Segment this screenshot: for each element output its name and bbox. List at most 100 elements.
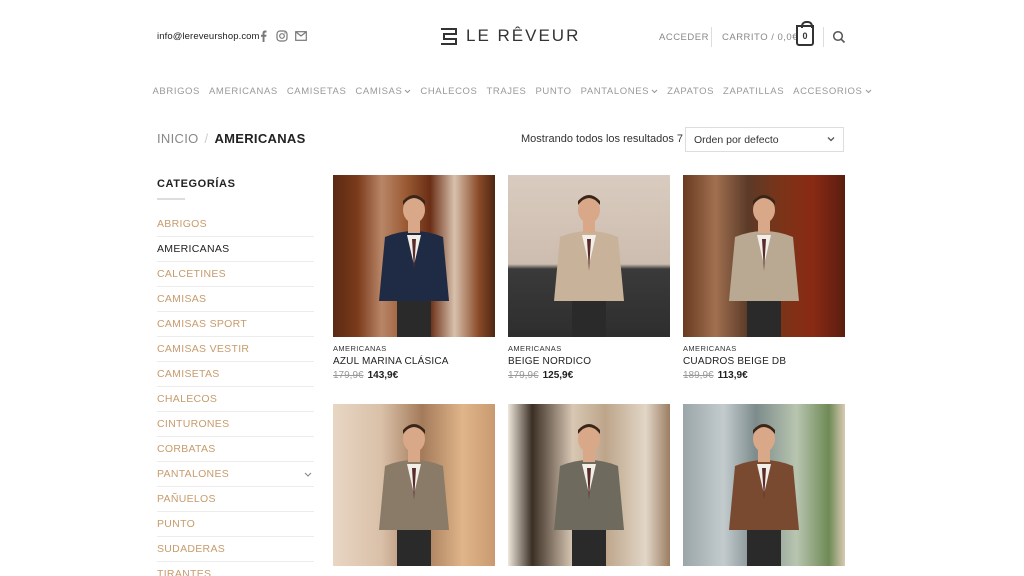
sort-select[interactable]: Orden por defecto [685, 127, 844, 152]
sidebar-item-label: CORBATAS [157, 443, 216, 455]
sidebar-item-calcetines[interactable]: CALCETINES [157, 262, 314, 287]
product-category: AMERICANAS [508, 344, 562, 353]
product-sale-price: 113,9€ [717, 370, 748, 381]
nav-item-accesorios[interactable]: ACCESORIOS [793, 86, 871, 97]
header-divider [711, 27, 712, 47]
sidebar-item-label: TIRANTES [157, 568, 212, 576]
chevron-down-icon [651, 87, 658, 96]
nav-item-trajes[interactable]: TRAJES [486, 86, 526, 97]
model-figure [379, 195, 449, 337]
model-figure [554, 424, 624, 566]
nav-item-zapatos[interactable]: ZAPATOS [667, 86, 714, 97]
sidebar-item-label: CALCETINES [157, 268, 226, 280]
email-icon[interactable] [295, 30, 307, 42]
breadcrumb-current: AMERICANAS [214, 131, 306, 146]
product-image[interactable] [683, 404, 845, 566]
nav-item-camisas[interactable]: CAMISAS [355, 86, 411, 97]
nav-item-label: CHALECOS [420, 86, 478, 97]
nav-item-americanas[interactable]: AMERICANAS [209, 86, 278, 97]
model-figure [729, 424, 799, 566]
sidebar-item-camisas-sport[interactable]: CAMISAS SPORT [157, 312, 314, 337]
nav-item-punto[interactable]: PUNTO [536, 86, 572, 97]
sidebar-item-label: AMERICANAS [157, 243, 230, 255]
product-sale-price: 143,9€ [367, 370, 399, 381]
search-icon[interactable] [832, 30, 846, 44]
category-sidebar: CATEGORÍAS ABRIGOS AMERICANAS CALCETINES CA… [157, 178, 314, 576]
nav-item-pantalones[interactable]: PANTALONES [581, 86, 658, 97]
logo-text: LE RÊVEUR [466, 26, 581, 45]
contact-email-link[interactable]: info@lereveurshop.com [157, 31, 260, 42]
sidebar-item-pañuelos[interactable]: PAÑUELOS [157, 487, 314, 512]
sidebar-item-label: SUDADERAS [157, 543, 226, 555]
sidebar-item-label: ABRIGOS [157, 218, 207, 230]
product-card[interactable] [508, 404, 670, 576]
sidebar-title: CATEGORÍAS [157, 178, 236, 190]
product-card[interactable] [333, 404, 495, 576]
site-logo[interactable]: LE RÊVEUR [439, 26, 580, 46]
chevron-down-icon[interactable] [304, 469, 312, 479]
product-card[interactable]: AMERICANAS CUADROS BEIGE DB 189,9€ 113,9€ [683, 175, 845, 381]
nav-item-label: PANTALONES [580, 86, 650, 97]
main-nav: ABRIGOS AMERICANAS CAMISETAS CAMISAS CHALECO… [0, 86, 1024, 97]
chevron-down-icon [827, 134, 835, 144]
sidebar-item-camisas[interactable]: CAMISAS [157, 287, 314, 312]
model-figure [379, 424, 449, 566]
product-image[interactable] [333, 175, 495, 337]
sidebar-item-label: CHALECOS [157, 393, 218, 405]
sidebar-item-chalecos[interactable]: CHALECOS [157, 387, 314, 412]
sort-selected-value: Orden por defecto [694, 134, 779, 146]
product-image[interactable] [508, 404, 670, 566]
product-image[interactable] [508, 175, 670, 337]
sidebar-item-label: PUNTO [157, 518, 196, 530]
sidebar-item-camisetas[interactable]: CAMISETAS [157, 362, 314, 387]
sidebar-item-sudaderas[interactable]: SUDADERAS [157, 537, 314, 562]
nav-item-label: ABRIGOS [152, 86, 200, 97]
product-category: AMERICANAS [683, 344, 737, 353]
facebook-icon[interactable] [257, 30, 269, 42]
product-sale-price: 125,9€ [542, 370, 574, 381]
nav-item-camisetas[interactable]: CAMISETAS [287, 86, 347, 97]
breadcrumb: INICIO / AMERICANAS [157, 131, 306, 146]
sidebar-item-label: PANTALONES [157, 468, 230, 480]
product-price: 179,9€ 125,9€ [508, 370, 670, 381]
nav-item-label: ACCESORIOS [793, 86, 863, 97]
header-divider [823, 27, 824, 47]
login-link[interactable]: ACCEDER [659, 32, 709, 43]
product-card[interactable]: AMERICANAS BEIGE NORDICO 179,9€ 125,9€ [508, 175, 670, 381]
sidebar-item-punto[interactable]: PUNTO [157, 512, 314, 537]
product-card[interactable] [683, 404, 845, 576]
nav-item-zapatillas[interactable]: ZAPATILLAS [723, 86, 784, 97]
product-category: AMERICANAS [333, 344, 387, 353]
sidebar-item-label: PAÑUELOS [157, 493, 216, 505]
sidebar-item-camisas-vestir[interactable]: CAMISAS VESTIR [157, 337, 314, 362]
product-price: 189,9€ 113,9€ [683, 370, 845, 381]
cart-link[interactable]: CARRITO / 0,0€ [722, 32, 798, 43]
nav-item-label: ZAPATILLAS [723, 86, 785, 97]
sidebar-item-abrigos[interactable]: ABRIGOS [157, 212, 314, 237]
sidebar-item-americanas[interactable]: AMERICANAS [157, 237, 314, 262]
product-name[interactable]: AZUL MARINA CLÁSICA [333, 356, 495, 367]
sidebar-item-corbatas[interactable]: CORBATAS [157, 437, 314, 462]
nav-item-chalecos[interactable]: CHALECOS [420, 86, 477, 97]
sidebar-item-label: CAMISAS SPORT [157, 318, 248, 330]
sidebar-item-label: CAMISAS [157, 293, 207, 305]
product-price: 179,9€ 143,9€ [333, 370, 495, 381]
cart-count-badge[interactable]: 0 [796, 21, 814, 46]
sidebar-title-underline [157, 198, 185, 200]
product-name[interactable]: CUADROS BEIGE DB [683, 356, 845, 367]
product-card[interactable]: AMERICANAS AZUL MARINA CLÁSICA 179,9€ 143,9… [333, 175, 495, 381]
instagram-icon[interactable] [276, 30, 288, 42]
breadcrumb-separator: / [204, 131, 209, 146]
breadcrumb-home-link[interactable]: INICIO [157, 131, 199, 146]
logo-mark-icon [441, 27, 457, 45]
nav-item-label: CAMISETAS [286, 86, 347, 97]
sidebar-item-cinturones[interactable]: CINTURONES [157, 412, 314, 437]
product-image[interactable] [683, 175, 845, 337]
sidebar-item-tirantes[interactable]: TIRANTES [157, 562, 314, 576]
product-name[interactable]: BEIGE NORDICO [508, 356, 670, 367]
nav-item-abrigos[interactable]: ABRIGOS [153, 86, 201, 97]
nav-item-label: PUNTO [535, 86, 572, 97]
nav-item-label: TRAJES [486, 86, 527, 97]
sidebar-item-pantalones[interactable]: PANTALONES [157, 462, 314, 487]
product-image[interactable] [333, 404, 495, 566]
